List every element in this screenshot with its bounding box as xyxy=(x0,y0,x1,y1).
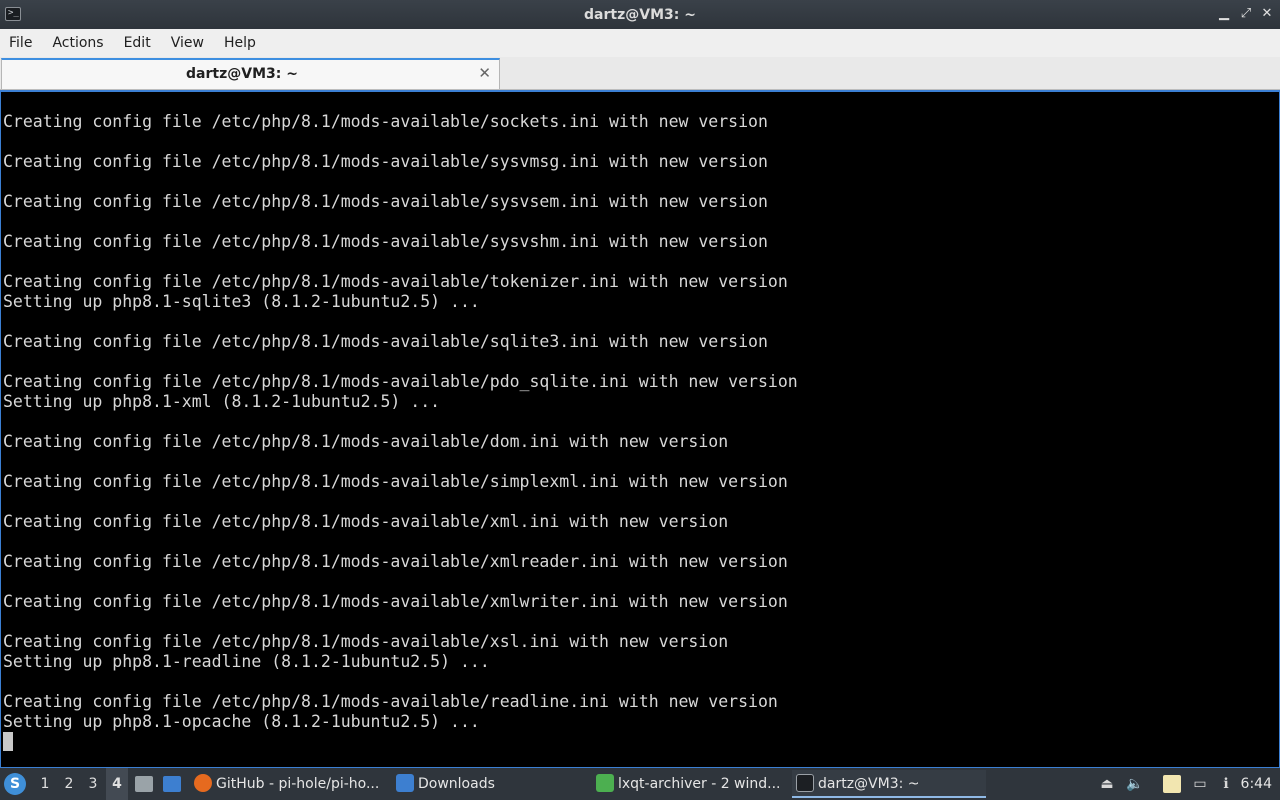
terminal-line: Creating config file /etc/php/8.1/mods-a… xyxy=(3,192,768,211)
tab-bar: dartz@VM3: ~ ✕ xyxy=(0,57,1280,90)
menu-view[interactable]: View xyxy=(161,29,214,57)
clock[interactable]: 6:44 xyxy=(1241,768,1272,800)
start-menu-icon[interactable]: S xyxy=(4,773,26,795)
terminal-view[interactable]: Creating config file /etc/php/8.1/mods-a… xyxy=(0,90,1280,768)
desktop-2[interactable]: 2 xyxy=(58,768,80,800)
task-firefox[interactable]: GitHub - pi-hole/pi-ho... xyxy=(194,770,386,798)
terminal-icon xyxy=(796,774,814,792)
terminal-line: Creating config file /etc/php/8.1/mods-a… xyxy=(3,592,788,611)
terminal-line: Creating config file /etc/php/8.1/mods-a… xyxy=(3,552,788,571)
taskbar: S 1 2 3 4 GitHub - pi-hole/pi-ho... Down… xyxy=(0,768,1280,800)
volume-icon[interactable]: 🔈 xyxy=(1126,775,1144,793)
terminal-output: Creating config file /etc/php/8.1/mods-a… xyxy=(3,112,798,732)
terminal-line: Creating config file /etc/php/8.1/mods-a… xyxy=(3,632,729,651)
maximize-button[interactable]: ⤢ xyxy=(1237,5,1255,23)
terminal-line: Creating config file /etc/php/8.1/mods-a… xyxy=(3,692,778,711)
terminal-line: Setting up php8.1-xml (8.1.2-1ubuntu2.5)… xyxy=(3,392,441,411)
terminal-line: Creating config file /etc/php/8.1/mods-a… xyxy=(3,152,768,171)
terminal-line: Creating config file /etc/php/8.1/mods-a… xyxy=(3,472,788,491)
task-label: dartz@VM3: ~ xyxy=(818,776,920,792)
menu-file[interactable]: File xyxy=(0,29,42,57)
task-downloads[interactable]: Downloads xyxy=(396,770,586,798)
window-titlebar[interactable]: >_ dartz@VM3: ~ ▁ ⤢ ✕ xyxy=(0,0,1280,29)
terminal-tab[interactable]: dartz@VM3: ~ ✕ xyxy=(1,58,500,89)
task-label: Downloads xyxy=(418,776,495,792)
terminal-line: Setting up php8.1-opcache (8.1.2-1ubuntu… xyxy=(3,712,480,731)
folder-icon xyxy=(396,774,414,792)
desktop-3[interactable]: 3 xyxy=(82,768,104,800)
tab-close-icon[interactable]: ✕ xyxy=(478,64,491,82)
terminal-icon[interactable]: >_ xyxy=(5,7,21,21)
terminal-line: Creating config file /etc/php/8.1/mods-a… xyxy=(3,112,768,131)
terminal-line: Creating config file /etc/php/8.1/mods-a… xyxy=(3,232,768,251)
minimize-button[interactable]: ▁ xyxy=(1215,5,1233,23)
network-icon[interactable]: ▭ xyxy=(1191,775,1209,793)
terminal-line: Creating config file /etc/php/8.1/mods-a… xyxy=(3,272,788,291)
menu-bar: File Actions Edit View Help xyxy=(0,29,1280,57)
eject-icon[interactable]: ⏏ xyxy=(1098,775,1116,793)
window-title: dartz@VM3: ~ xyxy=(584,6,696,23)
menu-actions[interactable]: Actions xyxy=(42,29,113,57)
close-button[interactable]: ✕ xyxy=(1258,5,1276,23)
show-desktop-icon[interactable] xyxy=(163,776,181,792)
file-manager-icon[interactable] xyxy=(135,776,153,792)
terminal-line: Creating config file /etc/php/8.1/mods-a… xyxy=(3,372,798,391)
menu-edit[interactable]: Edit xyxy=(114,29,161,57)
firefox-icon xyxy=(194,774,212,792)
desktop-1[interactable]: 1 xyxy=(34,768,56,800)
terminal-line: Setting up php8.1-sqlite3 (8.1.2-1ubuntu… xyxy=(3,292,480,311)
terminal-cursor xyxy=(3,732,13,751)
task-label: lxqt-archiver - 2 wind... xyxy=(618,776,781,792)
task-terminal[interactable]: dartz@VM3: ~ xyxy=(792,770,986,798)
terminal-line: Creating config file /etc/php/8.1/mods-a… xyxy=(3,332,768,351)
notification-icon[interactable]: ℹ xyxy=(1217,775,1235,793)
terminal-line: Setting up php8.1-readline (8.1.2-1ubunt… xyxy=(3,652,490,671)
task-label: GitHub - pi-hole/pi-ho... xyxy=(216,776,380,792)
task-archiver[interactable]: lxqt-archiver - 2 wind... xyxy=(596,770,786,798)
desktop-4[interactable]: 4 xyxy=(106,768,128,800)
tab-label: dartz@VM3: ~ xyxy=(186,66,298,82)
clipboard-icon[interactable] xyxy=(1163,775,1181,793)
menu-help[interactable]: Help xyxy=(214,29,266,57)
terminal-line: Creating config file /etc/php/8.1/mods-a… xyxy=(3,512,729,531)
archiver-icon xyxy=(596,774,614,792)
terminal-line: Creating config file /etc/php/8.1/mods-a… xyxy=(3,432,729,451)
